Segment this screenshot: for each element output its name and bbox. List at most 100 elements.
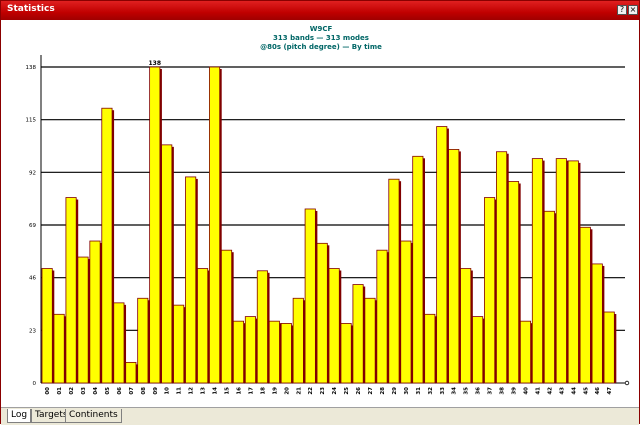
x-tick-label: 24 bbox=[332, 387, 338, 395]
x-tick-label: 09 bbox=[153, 387, 159, 395]
x-tick-label: 11 bbox=[177, 387, 183, 395]
x-tick-label: 04 bbox=[93, 387, 99, 395]
bar bbox=[436, 126, 448, 384]
bar bbox=[340, 323, 352, 384]
y-tick-label: 46 bbox=[29, 276, 36, 282]
bar bbox=[388, 178, 400, 384]
y-tick-label: 92 bbox=[29, 170, 36, 176]
x-tick-label: 36 bbox=[476, 387, 482, 395]
x-tick-label: 14 bbox=[213, 387, 219, 395]
x-tick-label: 06 bbox=[117, 387, 123, 395]
x-tick-label: 44 bbox=[571, 387, 577, 395]
x-tick-label: 25 bbox=[344, 387, 350, 395]
x-tick-label: 30 bbox=[404, 387, 410, 395]
y-tick-label: 69 bbox=[29, 223, 36, 229]
bar bbox=[244, 316, 256, 384]
bar bbox=[53, 313, 65, 384]
x-tick-label: 35 bbox=[464, 387, 470, 395]
x-tick-label: 43 bbox=[559, 387, 565, 395]
statistics-window: Statistics ? × W9CF 313 bands — 313 modes… bbox=[0, 0, 640, 425]
close-button[interactable]: × bbox=[628, 5, 638, 15]
bar bbox=[185, 176, 197, 384]
x-tick-label: 21 bbox=[296, 387, 302, 395]
bar bbox=[292, 297, 304, 384]
bar bbox=[316, 242, 328, 384]
bar bbox=[173, 304, 185, 384]
x-tick-label: 40 bbox=[523, 387, 529, 395]
bar bbox=[256, 270, 268, 384]
bar bbox=[531, 158, 543, 384]
bar bbox=[472, 316, 484, 384]
x-tick-label: 41 bbox=[535, 387, 541, 395]
bar bbox=[519, 320, 532, 384]
x-axis-end-marker bbox=[624, 380, 630, 386]
bar bbox=[376, 249, 388, 384]
x-tick-label: 37 bbox=[488, 387, 494, 395]
bar bbox=[460, 268, 472, 384]
window-title: Statistics bbox=[7, 4, 55, 14]
bar bbox=[567, 160, 579, 384]
x-tick-label: 38 bbox=[500, 387, 506, 395]
y-tick-label: 23 bbox=[29, 328, 36, 334]
x-tick-label: 22 bbox=[308, 387, 314, 395]
tab-continents[interactable]: Continents bbox=[65, 409, 122, 423]
bar bbox=[77, 256, 89, 384]
x-tick-label: 15 bbox=[225, 387, 231, 395]
bar bbox=[65, 197, 77, 384]
bar bbox=[591, 263, 603, 384]
x-tick-label: 42 bbox=[547, 387, 553, 395]
y-tick-label: 0 bbox=[33, 381, 37, 387]
bar-chart: W9CF313 bands — 313 modes@80s (pitch deg… bbox=[26, 25, 630, 395]
x-tick-label: 01 bbox=[57, 387, 63, 395]
x-tick-label: 05 bbox=[105, 387, 111, 395]
bar bbox=[364, 297, 376, 384]
x-tick-label: 17 bbox=[248, 387, 254, 395]
x-tick-label: 32 bbox=[428, 387, 434, 395]
x-tick-label: 08 bbox=[141, 387, 147, 395]
chart-title-line: W9CF bbox=[310, 25, 333, 33]
bar bbox=[41, 268, 53, 384]
bar bbox=[484, 197, 496, 384]
bar bbox=[579, 226, 591, 384]
x-tick-label: 23 bbox=[320, 387, 326, 395]
bar bbox=[89, 240, 101, 384]
bar bbox=[268, 320, 280, 384]
bar bbox=[543, 210, 555, 384]
x-tick-label: 28 bbox=[380, 387, 386, 395]
tab-log[interactable]: Log bbox=[7, 409, 32, 423]
x-tick-label: 20 bbox=[284, 387, 290, 395]
bar bbox=[125, 361, 137, 384]
bar bbox=[603, 311, 615, 384]
x-tick-label: 18 bbox=[260, 387, 266, 395]
peak-label: 138 bbox=[149, 60, 162, 67]
x-tick-label: 33 bbox=[440, 387, 446, 395]
x-tick-label: 34 bbox=[452, 387, 458, 395]
x-tick-label: 29 bbox=[392, 387, 398, 395]
help-button[interactable]: ? bbox=[617, 5, 627, 15]
bar bbox=[137, 297, 149, 384]
bar bbox=[496, 151, 508, 384]
tab-bar: Log Targets Continents bbox=[1, 407, 639, 425]
bar bbox=[507, 181, 520, 384]
x-tick-label: 19 bbox=[272, 387, 278, 395]
y-tick-label: 115 bbox=[26, 118, 37, 124]
bar bbox=[555, 158, 567, 384]
bar bbox=[113, 302, 125, 384]
title-bar[interactable]: Statistics ? × bbox=[1, 1, 639, 20]
x-tick-label: 47 bbox=[607, 387, 613, 395]
x-tick-label: 03 bbox=[81, 387, 87, 395]
x-tick-label: 10 bbox=[165, 387, 171, 395]
x-tick-label: 13 bbox=[201, 387, 207, 395]
x-tick-label: 00 bbox=[45, 387, 51, 395]
bar bbox=[209, 66, 221, 384]
bar bbox=[352, 284, 364, 384]
x-tick-label: 12 bbox=[189, 387, 195, 395]
x-tick-label: 45 bbox=[583, 387, 589, 395]
chart-title-line: 313 bands — 313 modes bbox=[273, 34, 369, 42]
bar bbox=[412, 155, 424, 384]
bar bbox=[197, 268, 209, 384]
x-tick-label: 02 bbox=[69, 387, 75, 395]
bar bbox=[424, 313, 436, 384]
x-tick-label: 27 bbox=[368, 387, 374, 395]
bar bbox=[400, 240, 412, 384]
